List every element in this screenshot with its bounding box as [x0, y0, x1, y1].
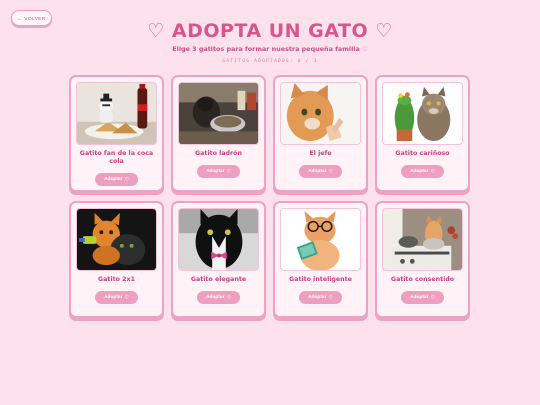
cat-photo	[178, 82, 259, 145]
adopt-button-label: Adoptar	[410, 169, 429, 174]
adopt-button-label: Adoptar	[308, 169, 327, 174]
cat-name: Gatito consentido	[390, 276, 455, 283]
cat-name: Gatito ladrón	[195, 150, 242, 157]
adopt-button[interactable]: Adoptar ♡	[95, 173, 138, 186]
cat-photo	[178, 208, 259, 271]
cat-grid: Gatito fan de la coca cola Adoptar ♡ Gat…	[69, 75, 471, 318]
adopt-button-label: Adoptar	[104, 177, 123, 182]
cat-card: Gatito fan de la coca cola Adoptar ♡	[69, 75, 164, 192]
cat-name: El jefe	[309, 150, 332, 157]
cat-photo	[280, 208, 361, 271]
heart-icon: ♡	[226, 294, 231, 301]
adopt-button[interactable]: Adoptar ♡	[197, 165, 240, 178]
cat-name: Gatito 2x1	[98, 276, 135, 283]
cat-card: Gatito ladrón Adoptar ♡	[171, 75, 266, 192]
adopt-button[interactable]: Adoptar ♡	[401, 165, 444, 178]
cat-card: Gatito elegante Adoptar ♡	[171, 201, 266, 318]
adopt-button[interactable]: Adoptar ♡	[197, 291, 240, 304]
cat-card: Gatito inteligente Adoptar ♡	[273, 201, 368, 318]
heart-icon: ♡	[226, 168, 231, 175]
adopt-button-label: Adoptar	[206, 295, 225, 300]
cat-name: Gatito fan de la coca cola	[79, 150, 154, 165]
adopt-button[interactable]: Adoptar ♡	[299, 165, 342, 178]
adoption-counter: GATITOS ADOPTADOS: 0 / 3	[222, 59, 318, 64]
cat-card: El jefe Adoptar ♡	[273, 75, 368, 192]
heart-icon: ♡	[328, 294, 333, 301]
page-title: ♡ ADOPTA UN GATO ♡	[147, 20, 393, 42]
adopt-button[interactable]: Adoptar ♡	[299, 291, 342, 304]
adopt-button-label: Adoptar	[104, 295, 123, 300]
heart-icon: ♡	[328, 168, 333, 175]
cat-photo	[76, 208, 157, 271]
cat-name: Gatito elegante	[190, 276, 247, 283]
cat-photo	[280, 82, 361, 145]
adopt-button-label: Adoptar	[206, 169, 225, 174]
adopt-button[interactable]: Adoptar ♡	[95, 291, 138, 304]
adopt-button[interactable]: Adoptar ♡	[401, 291, 444, 304]
adopt-button-label: Adoptar	[308, 295, 327, 300]
cat-card: Gatito cariñoso Adoptar ♡	[375, 75, 470, 192]
cat-card: Gatito 2x1 Adoptar ♡	[69, 201, 164, 318]
cat-name: Gatito inteligente	[289, 276, 352, 283]
heart-icon: ♡	[124, 294, 129, 301]
page-subtitle: Elige 3 gatitos para formar nuestra pequ…	[172, 45, 368, 53]
cat-photo	[382, 82, 463, 145]
heart-icon: ♡	[430, 294, 435, 301]
heart-icon: ♡	[124, 176, 129, 183]
cat-card: Gatito consentido Adoptar ♡	[375, 201, 470, 318]
cat-name: Gatito cariñoso	[395, 150, 450, 157]
cat-photo	[382, 208, 463, 271]
cat-photo	[76, 82, 157, 145]
adopt-button-label: Adoptar	[410, 295, 429, 300]
heart-icon: ♡	[430, 168, 435, 175]
